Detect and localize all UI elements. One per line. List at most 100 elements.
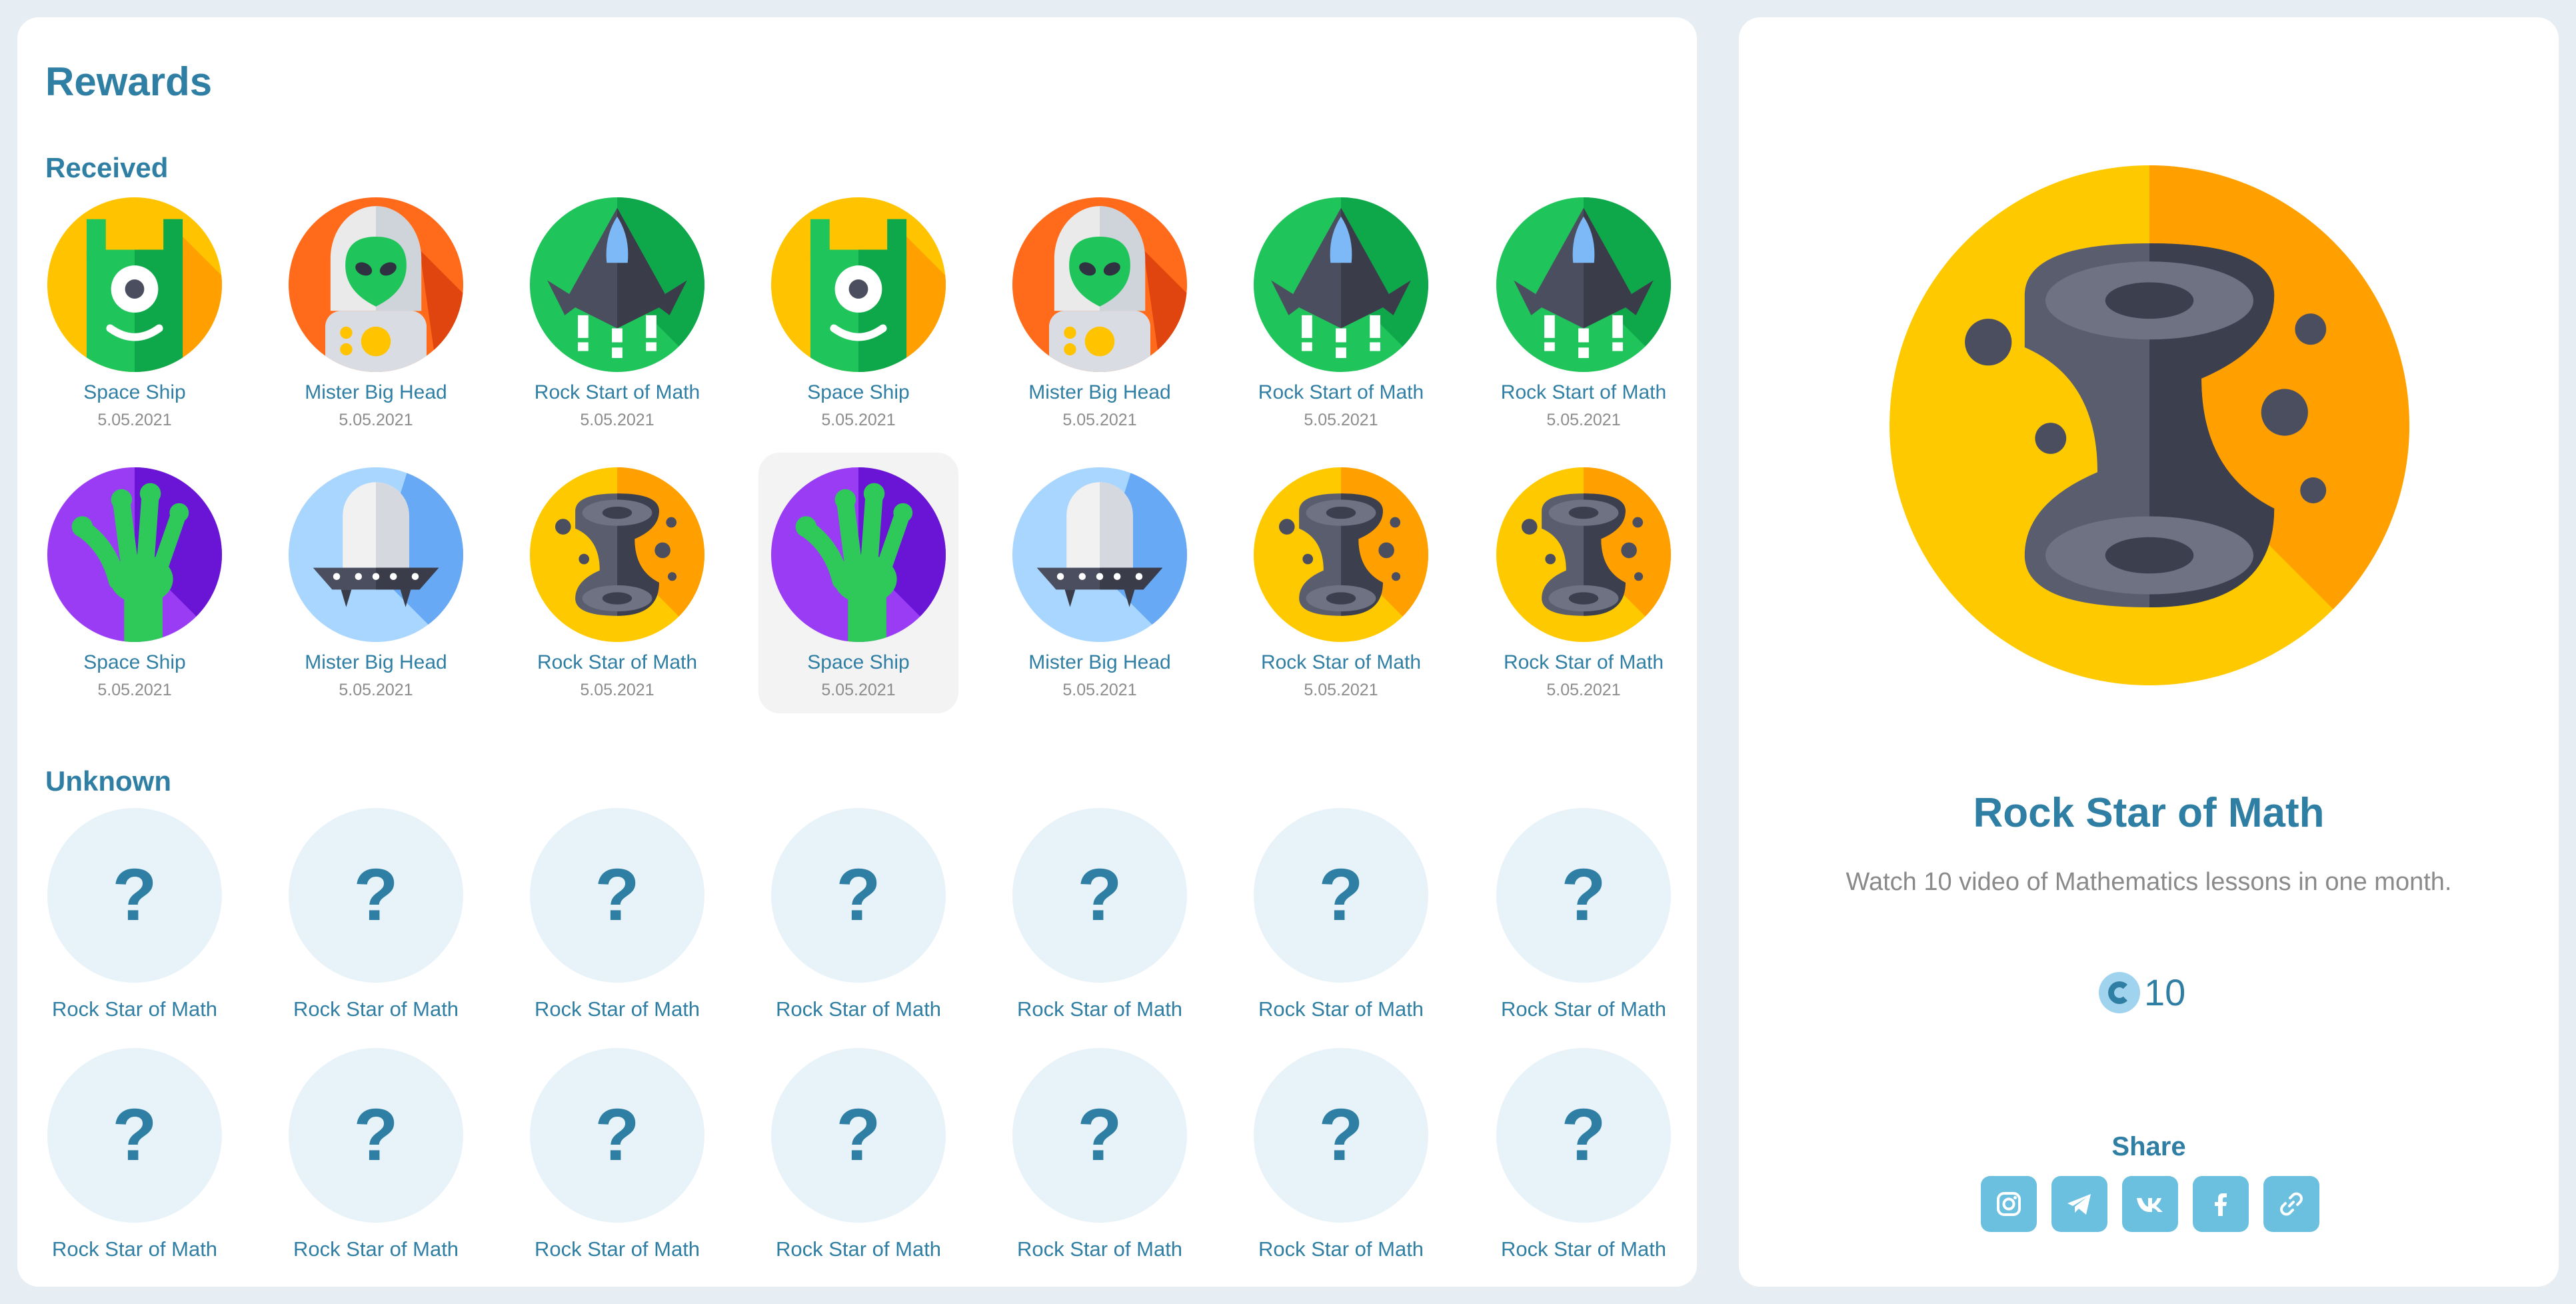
question-mark-icon: ? (1496, 1048, 1671, 1223)
question-mark-icon: ? (1496, 808, 1671, 983)
telegram-icon (2067, 1194, 2091, 1215)
reward-name: Rock Star of Math (775, 1237, 942, 1261)
question-mark-icon: ? (530, 808, 704, 983)
unknown-reward-tile[interactable]: ? Rock Star of Math (758, 1048, 958, 1261)
reward-name: Rock Start of Math (1258, 381, 1424, 403)
reward-date: 5.05.2021 (97, 681, 172, 699)
points-value: 10 (2144, 971, 2186, 1013)
wormhole-icon (530, 467, 704, 642)
reward-tile[interactable]: Space Ship 5.05.2021 (758, 197, 958, 430)
unknown-reward-tile[interactable]: ? Rock Star of Math (276, 1048, 476, 1261)
received-heading: Received (45, 152, 169, 183)
unknown-reward-tile[interactable]: ? Rock Star of Math (1484, 1048, 1684, 1261)
unknown-reward-tile[interactable]: ? Rock Star of Math (517, 808, 717, 1021)
reward-tile[interactable]: Mister Big Head 5.05.2021 (1000, 467, 1200, 700)
reward-detail-panel: Rock Star of Math Watch 10 video of Math… (1739, 17, 2559, 1287)
reward-name: Rock Star of Math (537, 651, 698, 673)
vk-icon (2137, 1198, 2163, 1212)
reward-name: Space Ship (807, 651, 910, 673)
reward-name: Rock Star of Math (1016, 997, 1183, 1021)
unknown-reward-tile[interactable]: ? Rock Star of Math (1484, 808, 1684, 1021)
reward-name: Rock Star of Math (1260, 651, 1422, 673)
reward-tile[interactable]: Space Ship 5.05.2021 (35, 467, 235, 700)
reward-tile[interactable]: Mister Big Head 5.05.2021 (1000, 197, 1200, 430)
reward-name: Space Ship (807, 381, 910, 403)
reward-name: Rock Star of Math (293, 997, 459, 1021)
reward-name: Rock Star of Math (1258, 1237, 1424, 1261)
reward-tile[interactable]: Space Ship 5.05.2021 (35, 197, 235, 430)
reward-name: Rock Star of Math (1016, 1237, 1183, 1261)
reward-name: Rock Star of Math (51, 997, 218, 1021)
share-buttons (1981, 1176, 2319, 1232)
reward-name: Mister Big Head (1028, 651, 1171, 673)
reward-name: Rock Star of Math (534, 1237, 700, 1261)
unknown-reward-tile[interactable]: ? Rock Star of Math (1241, 1048, 1441, 1261)
unknown-reward-tile[interactable]: ? Rock Star of Math (35, 808, 235, 1021)
rewards-panel: Rewards Received Space Ship 5.05.2021 Mi… (17, 17, 1697, 1287)
reward-name: Space Ship (83, 381, 186, 403)
question-mark-icon: ? (1012, 1048, 1187, 1223)
reward-tile[interactable]: Mister Big Head 5.05.2021 (276, 197, 476, 430)
unknown-reward-tile[interactable]: ? Rock Star of Math (1000, 1048, 1200, 1261)
cyclops-icon (771, 197, 946, 372)
reward-tile[interactable]: Rock Start of Math 5.05.2021 (1241, 197, 1441, 430)
question-mark-icon: ? (289, 808, 463, 983)
reward-tile[interactable]: Rock Star of Math 5.05.2021 (1241, 467, 1441, 700)
reward-date: 5.05.2021 (1304, 681, 1378, 699)
reward-date: 5.05.2021 (821, 411, 896, 429)
spaceship-icon (1496, 197, 1671, 372)
coin-icon (2099, 971, 2140, 1013)
reward-date: 5.05.2021 (580, 411, 654, 429)
reward-name: Rock Star of Math (1500, 997, 1667, 1021)
reward-date: 5.05.2021 (339, 681, 413, 699)
unknown-reward-tile[interactable]: ? Rock Star of Math (1241, 808, 1441, 1021)
alien-head-icon (289, 197, 463, 372)
unknown-reward-tile[interactable]: ? Rock Star of Math (35, 1048, 235, 1261)
unknown-reward-tile[interactable]: ? Rock Star of Math (758, 808, 958, 1021)
facebook-share-button[interactable] (2193, 1176, 2249, 1232)
reward-date: 5.05.2021 (1304, 411, 1378, 429)
question-mark-icon: ? (1254, 808, 1428, 983)
reward-tile[interactable]: Mister Big Head 5.05.2021 (276, 467, 476, 700)
instagram-share-button[interactable] (1981, 1176, 2037, 1232)
reward-date: 5.05.2021 (339, 411, 413, 429)
reward-tile[interactable]: Rock Start of Math 5.05.2021 (517, 197, 717, 430)
cyclops-icon (47, 197, 222, 372)
spaceship-icon (530, 197, 704, 372)
reward-tile[interactable]: Space Ship 5.05.2021 (758, 453, 958, 713)
reward-tile[interactable]: Rock Star of Math 5.05.2021 (517, 467, 717, 700)
copy-link-button[interactable] (2263, 1176, 2319, 1232)
reward-date: 5.05.2021 (821, 681, 896, 699)
unknown-reward-tile[interactable]: ? Rock Star of Math (1000, 808, 1200, 1021)
alien-hand-icon (771, 467, 946, 642)
link-icon (2280, 1192, 2303, 1216)
reward-tile[interactable]: Rock Star of Math 5.05.2021 (1484, 467, 1684, 700)
reward-name: Rock Star of Math (534, 997, 700, 1021)
question-mark-icon: ? (289, 1048, 463, 1223)
telegram-share-button[interactable] (2051, 1176, 2107, 1232)
question-mark-icon: ? (47, 1048, 222, 1223)
reward-name: Rock Star of Math (775, 997, 942, 1021)
question-mark-icon: ? (1254, 1048, 1428, 1223)
reward-name: Mister Big Head (305, 381, 447, 403)
reward-name: Rock Star of Math (51, 1237, 218, 1261)
unknown-reward-tile[interactable]: ? Rock Star of Math (276, 808, 476, 1021)
unknown-reward-tile[interactable]: ? Rock Star of Math (517, 1048, 717, 1261)
reward-name: Mister Big Head (1028, 381, 1171, 403)
reward-date: 5.05.2021 (97, 411, 172, 429)
share-label: Share (2111, 1132, 2186, 1161)
question-mark-icon: ? (47, 808, 222, 983)
instagram-icon (1997, 1192, 2021, 1216)
reward-date: 5.05.2021 (1546, 681, 1621, 699)
reward-name: Rock Star of Math (1500, 1237, 1667, 1261)
points-badge: 10 (2099, 971, 2185, 1014)
question-mark-icon: ? (771, 1048, 946, 1223)
vk-share-button[interactable] (2122, 1176, 2178, 1232)
detail-title: Rock Star of Math (1973, 790, 2325, 836)
reward-name: Rock Start of Math (1500, 381, 1667, 403)
reward-tile[interactable]: Rock Start of Math 5.05.2021 (1484, 197, 1684, 430)
wormhole-icon (1254, 467, 1428, 642)
reward-name: Space Ship (83, 651, 186, 673)
reward-name: Rock Star of Math (1258, 997, 1424, 1021)
question-mark-icon: ? (771, 808, 946, 983)
